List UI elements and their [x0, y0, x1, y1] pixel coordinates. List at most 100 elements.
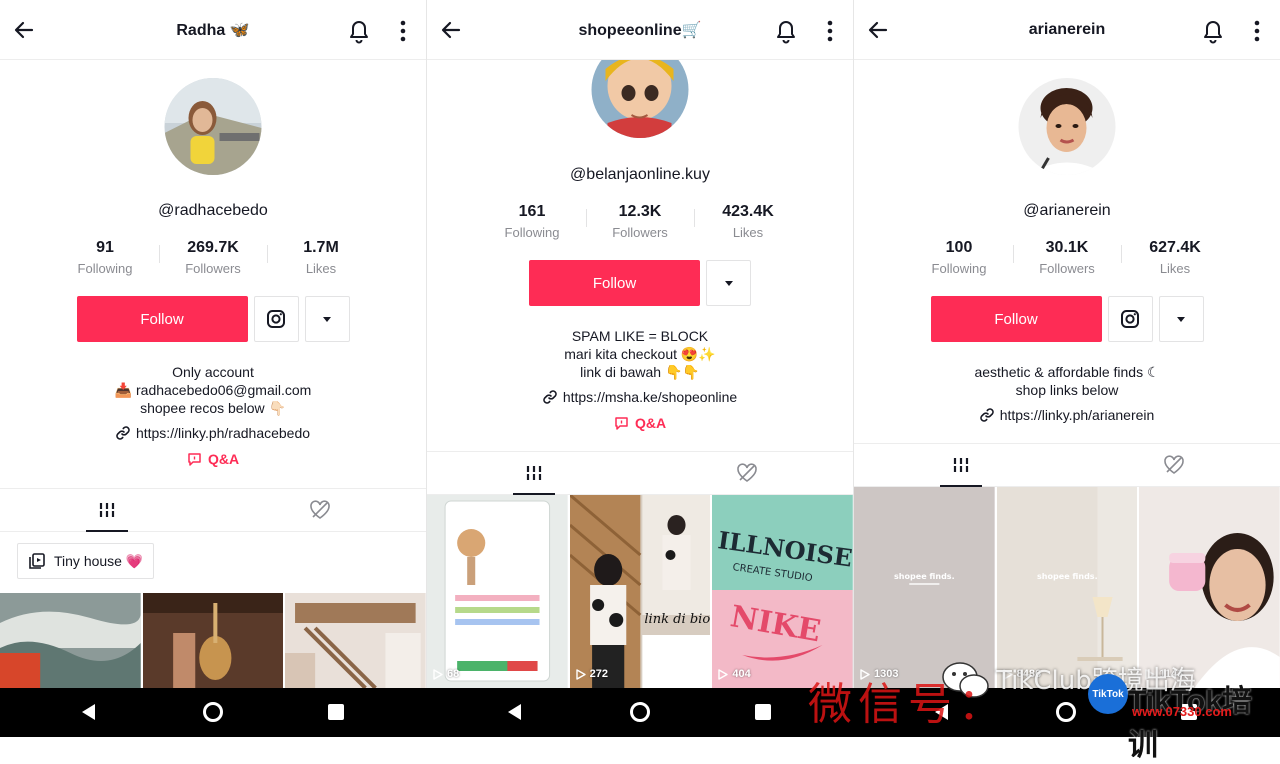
qa-icon — [188, 452, 201, 466]
thumbnail-caption: shopee finds. — [1037, 572, 1098, 581]
header-title: shopeeonline🛒 — [578, 21, 702, 39]
instagram-icon — [1121, 310, 1139, 328]
profile-header: Radha 🦋 — [0, 0, 426, 60]
nav-recents-icon[interactable] — [755, 704, 771, 720]
stat-followers[interactable]: 12.3K Followers — [586, 203, 694, 240]
header-title: arianerein — [1028, 20, 1106, 38]
video-thumbnail[interactable]: ILLNOISE CREATE STUDIO NIKE 404 — [712, 495, 853, 688]
nav-back-icon[interactable] — [508, 704, 521, 720]
stat-followers[interactable]: 269.7K Followers — [159, 239, 267, 276]
watermark-brand: TikTok培训 — [1128, 685, 1252, 762]
qa-link[interactable]: Q&A — [427, 415, 853, 431]
caret-down-icon — [724, 281, 733, 286]
stats-row: 91 Following 269.7K Followers 1.7M Likes — [0, 239, 426, 276]
video-grid — [0, 593, 426, 688]
username-handle: @arianerein — [1023, 202, 1111, 219]
follow-button[interactable]: Follow — [76, 296, 248, 342]
nav-home-icon[interactable] — [630, 702, 650, 722]
play-icon — [575, 668, 586, 680]
video-thumbnail[interactable] — [285, 593, 426, 688]
link-icon — [116, 426, 130, 440]
stat-following[interactable]: 161 Following — [478, 203, 586, 240]
tab-videos[interactable] — [427, 452, 640, 494]
content-tabs — [427, 451, 853, 495]
instagram-button[interactable] — [253, 296, 299, 342]
follow-button[interactable]: Follow — [930, 296, 1102, 342]
qa-link[interactable]: Q&A — [0, 451, 426, 467]
grid-icon — [952, 458, 969, 472]
play-icon — [433, 668, 443, 680]
follow-button[interactable]: Follow — [529, 260, 700, 306]
profile-header: arianerein — [854, 0, 1280, 60]
more-options-icon[interactable] — [1254, 20, 1260, 42]
dropdown-button[interactable] — [304, 296, 350, 342]
video-thumbnail[interactable]: link di bio 272 — [569, 495, 711, 688]
video-thumbnail[interactable]: 1143 — [1139, 487, 1280, 688]
back-arrow-icon[interactable] — [866, 18, 890, 42]
bio: aesthetic & affordable finds ☾ shop link… — [974, 364, 1160, 398]
playlist-icon — [29, 553, 45, 569]
avatar[interactable] — [1018, 78, 1116, 175]
stat-following[interactable]: 91 Following — [51, 239, 159, 276]
nav-home-icon[interactable] — [203, 702, 223, 722]
nav-recents-icon[interactable] — [328, 704, 344, 720]
username-handle: @radhacebedo — [158, 202, 268, 219]
stat-likes: 627.4K Likes — [1121, 239, 1229, 276]
tab-liked[interactable] — [1067, 444, 1280, 486]
tab-videos[interactable] — [0, 489, 213, 531]
grid-icon — [525, 466, 542, 480]
play-icon — [718, 668, 729, 680]
nav-home-icon[interactable] — [1056, 702, 1076, 722]
bio: Only account 📥 radhacebedo06@gmail.com s… — [114, 364, 312, 416]
stat-followers[interactable]: 30.1K Followers — [1013, 239, 1121, 276]
profile-panel-arianerein: arianerein @arianerein 100 Following 30.1… — [854, 0, 1280, 688]
dropdown-button[interactable] — [1158, 296, 1204, 342]
tab-liked[interactable] — [213, 489, 426, 531]
action-buttons: Follow — [0, 296, 426, 342]
link-icon — [979, 408, 994, 422]
bio-link[interactable]: https://linky.ph/arianerein — [854, 407, 1280, 423]
stats-row: 161 Following 12.3K Followers 423.4K Likes — [427, 203, 853, 240]
bell-icon[interactable] — [1202, 20, 1224, 44]
caret-down-icon — [1177, 317, 1185, 322]
back-arrow-icon[interactable] — [439, 18, 463, 42]
back-arrow-icon[interactable] — [12, 18, 36, 42]
qa-icon — [615, 416, 628, 430]
playlist-chip[interactable]: Tiny house 💗 — [17, 543, 155, 579]
caret-down-icon — [323, 317, 331, 322]
more-options-icon[interactable] — [400, 20, 406, 42]
stat-following[interactable]: 100 Following — [905, 239, 1013, 276]
grid-icon — [98, 503, 115, 517]
instagram-button[interactable] — [1107, 296, 1153, 342]
profile-panel-radha: Radha 🦋 @radhacebedo 91 Following 269.7K F… — [0, 0, 427, 688]
video-thumbnail[interactable]: shopee finds. 1303 — [854, 487, 995, 688]
watermark-url: www.07330.com — [1132, 704, 1232, 719]
thumbnail-caption: shopee finds. — [894, 572, 955, 581]
video-thumbnail[interactable]: 68 — [427, 495, 568, 688]
video-thumbnail[interactable] — [142, 593, 284, 688]
more-options-icon[interactable] — [827, 20, 833, 42]
view-count: 404 — [718, 668, 751, 680]
link-icon — [543, 390, 557, 404]
video-grid: shopee finds. 1303 shopee finds. 8486 11… — [854, 487, 1280, 688]
dropdown-button[interactable] — [706, 260, 751, 306]
avatar[interactable] — [164, 78, 262, 175]
bell-icon[interactable] — [775, 20, 797, 44]
bio: SPAM LIKE = BLOCK mari kita checkout 😍✨ … — [564, 328, 716, 380]
bell-icon[interactable] — [348, 20, 370, 44]
video-thumbnail[interactable] — [0, 593, 141, 688]
stat-likes: 1.7M Likes — [267, 239, 375, 276]
action-buttons: Follow — [854, 296, 1280, 342]
stats-row: 100 Following 30.1K Followers 627.4K Likes — [854, 239, 1280, 276]
watermark-wechat-id: 微信号： — [808, 679, 1008, 730]
profile-header: shopeeonline🛒 — [427, 0, 853, 60]
tab-videos[interactable] — [854, 444, 1067, 486]
tab-liked[interactable] — [640, 452, 853, 494]
bio-link[interactable]: https://linky.ph/radhacebedo — [0, 425, 426, 441]
nav-back-icon[interactable] — [82, 704, 95, 720]
video-thumbnail[interactable]: shopee finds. 8486 — [996, 487, 1138, 688]
username-handle: @belanjaonline.kuy — [570, 166, 710, 183]
view-count: 68 — [433, 668, 459, 680]
bio-link[interactable]: https://msha.ke/shopeonline — [427, 389, 853, 405]
svg-text:link di bio: link di bio — [644, 612, 710, 627]
